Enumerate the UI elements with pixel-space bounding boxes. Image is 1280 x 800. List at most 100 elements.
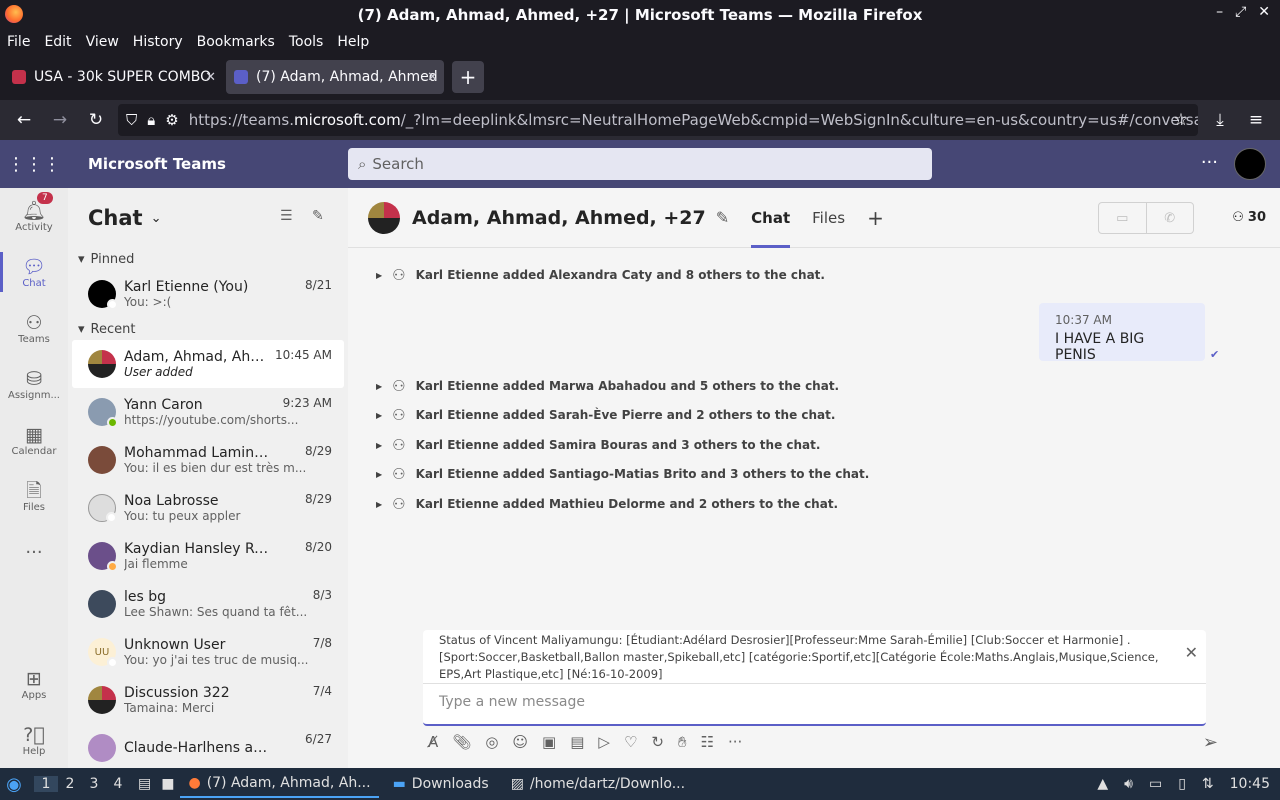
search-input[interactable]: ⌕ Search — [348, 148, 932, 180]
rail-activity[interactable]: 🔔︎ 7 Activity — [0, 188, 68, 244]
chat-item[interactable]: Mohammad Lamine SallYou: il es bien dur … — [68, 436, 348, 484]
menu-tools[interactable]: Tools — [289, 34, 324, 50]
menu-history[interactable]: History — [133, 34, 183, 50]
message-input[interactable]: Type a new message — [423, 684, 1206, 720]
menu-edit[interactable]: Edit — [44, 34, 71, 50]
send-icon[interactable]: ➢ — [1203, 732, 1218, 753]
update-icon[interactable]: ↻ — [651, 733, 664, 751]
downloads-icon[interactable]: ⤓ — [1202, 104, 1238, 136]
new-tab-button[interactable]: + — [452, 61, 484, 93]
menu-bookmarks[interactable]: Bookmarks — [197, 34, 275, 50]
chat-item[interactable]: Kaydian Hansley Rodr... Jai flemme 8/20 — [68, 532, 348, 580]
rail-teams[interactable]: ⚇ Teams — [0, 300, 68, 356]
forms-icon[interactable]: ☷ — [701, 733, 714, 751]
rail-help[interactable]: ?⃝ Help — [0, 712, 68, 768]
chat-item[interactable]: Karl Etienne (You) You: >:( 8/21 — [68, 270, 348, 318]
maximize-button[interactable]: ⤢ — [1235, 4, 1246, 20]
chat-item[interactable]: les bg Lee Shawn: Ses quand ta fêt... 8/3 — [68, 580, 348, 628]
tab-files[interactable]: Files — [812, 188, 845, 248]
edit-name-icon[interactable]: ✎ — [716, 208, 729, 227]
loop-icon[interactable]: ◎ — [485, 733, 498, 751]
workspace-2[interactable]: 2 — [58, 776, 82, 792]
schedule-meeting-icon[interactable]: ▤ — [570, 733, 584, 751]
format-icon[interactable]: A̸ — [428, 733, 438, 751]
profile-avatar[interactable] — [1234, 148, 1266, 180]
system-event[interactable]: ▶ ⚇ Karl Etienne added Sarah-Ève Pierre an… — [376, 406, 835, 424]
chat-item[interactable]: Claude-Harlhens and ... 6/27 — [68, 724, 348, 768]
close-icon[interactable]: ✕ — [1185, 644, 1198, 661]
menu-file[interactable]: File — [7, 34, 30, 50]
taskbar-image-viewer[interactable]: ▨ /home/dartz/Downlo... — [503, 770, 693, 798]
message-bubble[interactable]: 10:37 AM I HAVE A BIG PENIS — [1039, 303, 1205, 363]
hamburger-menu-icon[interactable]: ≡ — [1238, 104, 1274, 136]
stream-icon[interactable]: ▷ — [598, 733, 610, 751]
more-apps-icon[interactable]: ··· — [0, 524, 68, 580]
chat-item[interactable]: Yann Caron https://youtube.com/shorts... … — [68, 388, 348, 436]
browser-tab[interactable]: USA - 30k SUPER COMBO ✕ — [4, 60, 222, 94]
taskbar-downloads[interactable]: ▬ Downloads — [385, 770, 497, 798]
system-event[interactable]: ▶ ⚇ Karl Etienne added Santiago-Matias Bri… — [376, 465, 869, 483]
menu-help[interactable]: Help — [337, 34, 369, 50]
menu-view[interactable]: View — [86, 34, 119, 50]
approvals-icon[interactable]: ✋︎ — [678, 733, 687, 751]
system-event[interactable]: ▶ ⚇ Karl Etienne added Alexandra Caty and … — [376, 266, 825, 284]
network-icon[interactable]: ⇅ — [1202, 776, 1214, 792]
clipboard-icon[interactable]: ▯ — [1178, 776, 1186, 792]
more-options-icon[interactable]: ··· — [1201, 152, 1218, 173]
lock-icon[interactable]: 🔒︎ — [147, 111, 155, 129]
sticker-icon[interactable]: ▣ — [542, 733, 556, 751]
workspace-4[interactable]: 4 — [106, 776, 130, 792]
tray-icon[interactable]: ▲ — [1097, 776, 1108, 792]
shield-icon[interactable]: ⛉ — [126, 111, 137, 129]
minimize-button[interactable]: – — [1216, 4, 1223, 20]
chat-item[interactable]: Discussion 322 Tamaina: Merci 7/4 — [68, 676, 348, 724]
back-icon[interactable]: ← — [6, 104, 42, 136]
audio-call-icon[interactable]: ✆ — [1147, 203, 1194, 233]
pinned-section[interactable]: ▾ Pinned — [68, 248, 348, 270]
video-call-icon[interactable]: ▭ — [1099, 203, 1147, 233]
participants-button[interactable]: ⚇ 30 — [1232, 210, 1266, 225]
rail-apps[interactable]: ⊞ Apps — [0, 656, 68, 712]
rail-calendar[interactable]: ▦ Calendar — [0, 412, 68, 468]
start-menu-icon[interactable]: ◉ — [0, 770, 28, 798]
system-event[interactable]: ▶ ⚇ Karl Etienne added Samira Bouras and 3… — [376, 436, 820, 454]
app-launcher-icon[interactable]: ⋮⋮⋮ — [0, 154, 68, 175]
emoji-icon[interactable]: ☺ — [512, 733, 528, 751]
permissions-icon[interactable]: ⚙ — [165, 111, 178, 129]
chat-item-selected[interactable]: Adam, Ahmad, Ahmed, +27User added 10:45 … — [72, 340, 344, 388]
clock[interactable]: 10:45 — [1230, 776, 1270, 792]
more-actions-icon[interactable]: ··· — [728, 733, 742, 751]
close-window-button[interactable]: ✕ — [1258, 4, 1270, 20]
new-chat-icon[interactable]: ✎ — [312, 208, 324, 224]
recent-section[interactable]: ▾ Recent — [68, 318, 348, 340]
tab-chat[interactable]: Chat — [751, 188, 790, 248]
taskbar-firefox[interactable]: ● (7) Adam, Ahmad, Ah... — [180, 770, 379, 798]
system-event[interactable]: ▶ ⚇ Karl Etienne added Mathieu Delorme and… — [376, 495, 838, 513]
file-manager-icon[interactable]: ▤ — [138, 776, 151, 792]
close-tab-icon[interactable]: ✕ — [427, 70, 438, 85]
url-text[interactable]: https://teams.microsoft.com/_?lm=deeplin… — [189, 111, 1198, 129]
rail-files[interactable]: 🗎 Files — [0, 468, 68, 524]
browser-tab-active[interactable]: (7) Adam, Ahmad, Ahmed ✕ — [226, 60, 444, 94]
chat-item[interactable]: UU Unknown User You: yo j'ai tes truc de … — [68, 628, 348, 676]
reload-icon[interactable]: ↻ — [78, 104, 114, 136]
desktop-icon[interactable]: ■ — [161, 776, 174, 792]
chat-item[interactable]: Noa Labrosse You: tu peux appler 8/29 — [68, 484, 348, 532]
teams-header: ⋮⋮⋮ Microsoft Teams ⌕ Search ··· — [0, 140, 1280, 188]
attach-icon[interactable]: 📎︎ — [452, 733, 471, 751]
display-icon[interactable]: ▭ — [1149, 776, 1162, 792]
forward-icon[interactable]: → — [42, 104, 78, 136]
filter-icon[interactable]: ☰ — [280, 208, 293, 224]
system-event[interactable]: ▶ ⚇ Karl Etienne added Marwa Abahadou and … — [376, 377, 839, 395]
close-tab-icon[interactable]: ✕ — [205, 70, 216, 85]
rail-assignments[interactable]: ⛁ Assignm... — [0, 356, 68, 412]
workspace-3[interactable]: 3 — [82, 776, 106, 792]
praise-icon[interactable]: ♡ — [624, 733, 637, 751]
workspace-1[interactable]: 1 — [34, 776, 58, 792]
chevron-down-icon[interactable]: ⌄ — [151, 211, 162, 226]
add-tab-icon[interactable]: + — [867, 188, 884, 248]
volume-icon[interactable]: 🔊︎ — [1124, 776, 1133, 792]
bookmark-star-icon[interactable]: ☆ — [1163, 104, 1199, 136]
rail-chat[interactable]: 💬︎ Chat — [0, 244, 68, 300]
url-bar[interactable]: ⛉ 🔒︎ ⚙ https://teams.microsoft.com/_?lm=… — [118, 104, 1198, 136]
